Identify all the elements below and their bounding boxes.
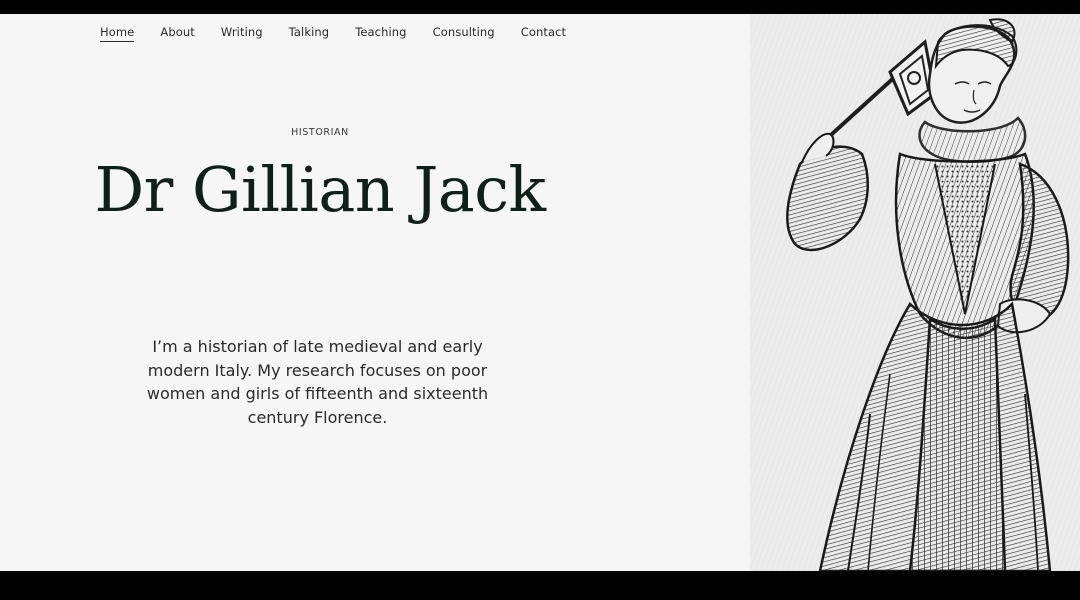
page-title: Dr Gillian Jack (94, 153, 546, 226)
main-nav: Home About Writing Talking Teaching Cons… (100, 25, 592, 42)
nav-consulting[interactable]: Consulting (433, 25, 495, 42)
nav-writing[interactable]: Writing (221, 25, 263, 42)
nav-talking[interactable]: Talking (289, 25, 330, 42)
nav-about[interactable]: About (160, 25, 195, 42)
nav-home[interactable]: Home (100, 25, 135, 42)
bio-text: I’m a historian of late medieval and ear… (146, 337, 489, 427)
nav-teaching[interactable]: Teaching (355, 25, 406, 42)
page: Home About Writing Talking Teaching Cons… (0, 14, 1080, 571)
woodcut-illustration (750, 14, 1080, 571)
eyebrow-label: HISTORIAN (291, 127, 349, 138)
nav-contact[interactable]: Contact (521, 25, 566, 42)
hero-section: Home About Writing Talking Teaching Cons… (0, 14, 750, 571)
